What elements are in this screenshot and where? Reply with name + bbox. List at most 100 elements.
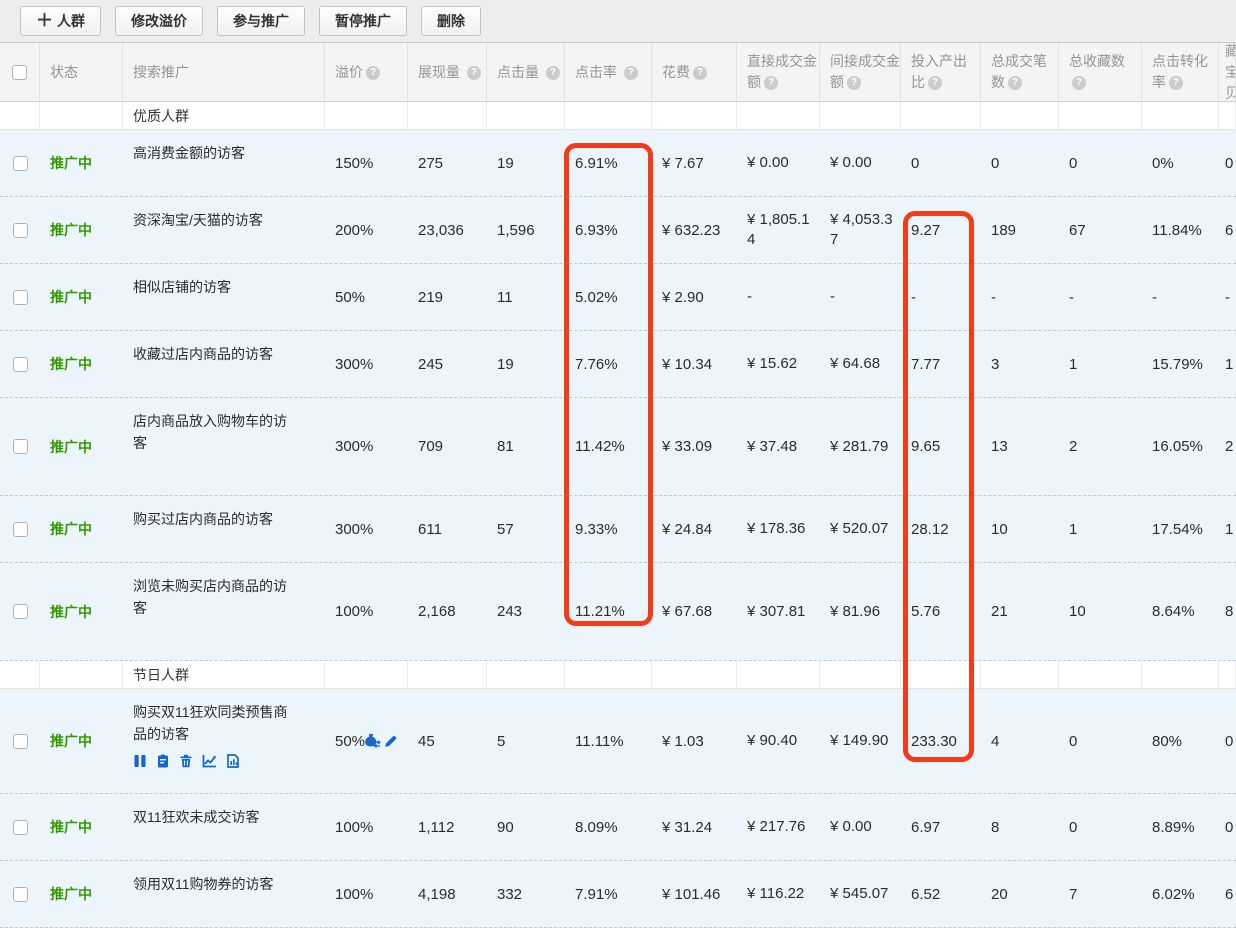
row-checkbox[interactable] (13, 522, 28, 537)
row-checkbox[interactable] (13, 156, 28, 171)
help-icon[interactable]: ? (624, 66, 638, 80)
cell-value: 13 (991, 438, 1008, 455)
cell-value: 50% (335, 289, 365, 306)
cell-cvr: 16.05% (1142, 398, 1219, 495)
cell-value: 10 (1069, 603, 1086, 620)
pencil-icon[interactable] (383, 734, 398, 749)
section-title: 优质人群 (123, 102, 325, 129)
cell-orders: 21 (981, 563, 1059, 660)
audience-name-cell: 购买双11狂欢同类预售商品的访客 (123, 689, 325, 793)
row-status-cell: 推广中 (40, 689, 123, 793)
cell-clicks: 1,596 (487, 197, 565, 263)
cell-roi: 9.27 (901, 197, 981, 263)
section-status-cell (40, 661, 123, 688)
bar-chart-icon[interactable] (226, 754, 240, 768)
help-icon[interactable]: ? (693, 66, 707, 80)
cell-value: 332 (497, 886, 522, 903)
row-checkbox[interactable] (13, 820, 28, 835)
add-audience-button[interactable]: ＋人群 (20, 6, 101, 36)
row-checkbox-cell (0, 331, 40, 397)
help-icon[interactable]: ? (467, 66, 481, 80)
help-icon[interactable]: ? (1072, 76, 1086, 90)
section-empty-cell (325, 661, 408, 688)
help-icon[interactable]: ? (928, 76, 942, 90)
cell-value: - (911, 289, 916, 306)
cell-indirect: ¥ 281.79 (820, 398, 901, 495)
help-icon[interactable]: ? (847, 76, 861, 90)
row-status-cell: 推广中 (40, 794, 123, 860)
cell-roi: - (901, 264, 981, 330)
section-empty-cell (565, 102, 652, 129)
report-icon[interactable] (156, 754, 170, 768)
pause-icon[interactable] (133, 754, 147, 768)
cell-clicks: 243 (487, 563, 565, 660)
cell-indirect: ¥ 149.90 (820, 689, 901, 793)
table-row: 推广中双11狂欢未成交访客100%1,112908.09%¥ 31.24¥ 21… (0, 794, 1236, 861)
cell-cost: ¥ 33.09 (652, 398, 737, 495)
row-checkbox-cell (0, 861, 40, 927)
cell-cvr: 8.89% (1142, 794, 1219, 860)
pause-promotion-button[interactable]: 暂停推广 (319, 6, 407, 36)
modify-premium-button[interactable]: 修改溢价 (115, 6, 203, 36)
cell-direct: ¥ 90.40 (737, 689, 820, 793)
header-cost: 花费? (652, 43, 737, 101)
row-status-cell: 推广中 (40, 563, 123, 660)
cell-value: 15.79% (1152, 356, 1203, 373)
money-bag-icon[interactable] (364, 733, 381, 749)
cell-value: 11.42% (575, 438, 625, 455)
cell-roi: 6.52 (901, 861, 981, 927)
cell-value: 200% (335, 222, 373, 239)
cell-value: 8.09% (575, 819, 618, 836)
cell-value: 300% (335, 438, 373, 455)
cell-impressions: 1,112 (408, 794, 487, 860)
cell-favorites: 0 (1059, 130, 1142, 196)
section-empty-cell (652, 661, 737, 688)
cell-orders: - (981, 264, 1059, 330)
delete-icon[interactable] (179, 754, 193, 768)
row-checkbox[interactable] (13, 357, 28, 372)
cell-value: 0 (1225, 819, 1233, 836)
delete-button[interactable]: 删除 (421, 6, 481, 36)
select-all-checkbox[interactable] (12, 65, 27, 80)
section-empty-cell (325, 102, 408, 129)
section-empty-cell (1059, 661, 1142, 688)
cell-value: 6.52 (911, 886, 940, 903)
cell-value: 1,112 (418, 819, 454, 836)
cell-extra: 0 (1219, 689, 1236, 793)
cell-direct: ¥ 217.76 (737, 794, 820, 860)
cell-premium: 200% (325, 197, 408, 263)
row-checkbox[interactable] (13, 734, 28, 749)
cell-value: ¥ 37.48 (747, 437, 797, 457)
cell-value: 9.33% (575, 521, 618, 538)
cell-favorites: 2 (1059, 398, 1142, 495)
status-badge: 推广中 (50, 817, 92, 837)
cell-value: ¥ 0.00 (830, 153, 872, 173)
cell-value: 6 (1225, 222, 1233, 239)
premium-actions (364, 733, 398, 749)
help-icon[interactable]: ? (1169, 76, 1183, 90)
help-icon[interactable]: ? (546, 66, 560, 80)
row-checkbox[interactable] (13, 223, 28, 238)
row-checkbox-cell (0, 264, 40, 330)
cell-value: 2,168 (418, 603, 456, 620)
row-checkbox[interactable] (13, 604, 28, 619)
section-empty-cell (487, 102, 565, 129)
help-icon[interactable]: ? (366, 66, 380, 80)
row-checkbox[interactable] (13, 887, 28, 902)
row-checkbox-cell (0, 130, 40, 196)
cell-value: - (1152, 289, 1157, 306)
status-badge: 推广中 (50, 884, 92, 904)
help-icon[interactable]: ? (1008, 76, 1022, 90)
cell-premium: 300% (325, 331, 408, 397)
join-promotion-button[interactable]: 参与推广 (217, 6, 305, 36)
cell-impressions: 45 (408, 689, 487, 793)
cell-value: 8.89% (1152, 819, 1195, 836)
row-checkbox-cell (0, 398, 40, 495)
row-checkbox[interactable] (13, 290, 28, 305)
cell-cost: ¥ 31.24 (652, 794, 737, 860)
cell-value: 6.97 (911, 819, 940, 836)
help-icon[interactable]: ? (764, 76, 778, 90)
line-chart-icon[interactable] (202, 754, 217, 768)
cell-value: 10 (991, 521, 1008, 538)
row-checkbox[interactable] (13, 439, 28, 454)
